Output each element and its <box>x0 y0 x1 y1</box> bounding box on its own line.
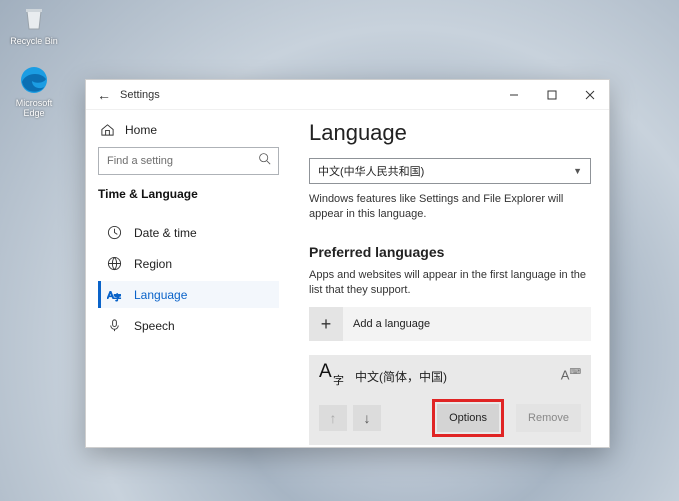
content-pane: Language 中文(中华人民共和国) ▼ Windows features … <box>291 110 609 447</box>
sidebar-item-date-time[interactable]: Date & time <box>98 219 279 246</box>
globe-icon <box>107 256 122 271</box>
options-button[interactable]: Options <box>437 404 499 432</box>
sidebar-item-label: Speech <box>134 319 175 333</box>
sidebar-home[interactable]: Home <box>98 120 279 139</box>
display-language-desc: Windows features like Settings and File … <box>309 192 591 222</box>
sidebar-item-label: Region <box>134 257 172 271</box>
display-language-dropdown[interactable]: 中文(中华人民共和国) ▼ <box>309 158 591 184</box>
sidebar: Home Time & Language Date & time Region <box>86 110 291 447</box>
maximize-button[interactable] <box>533 80 571 110</box>
desktop-edge[interactable]: Microsoft Edge <box>6 64 62 118</box>
recycle-bin-icon <box>18 2 50 34</box>
minimize-button[interactable] <box>495 80 533 110</box>
desktop-icon-label: Microsoft Edge <box>6 98 62 118</box>
move-up-button: ↑ <box>319 405 347 431</box>
options-highlight: Options <box>432 399 504 437</box>
plus-icon: + <box>309 307 343 341</box>
chevron-down-icon: ▼ <box>573 166 582 176</box>
page-title: Language <box>309 120 591 146</box>
titlebar: ← Settings <box>86 80 609 110</box>
add-language-button[interactable]: + Add a language <box>309 307 591 341</box>
desktop-icon-label: Recycle Bin <box>6 36 62 46</box>
language-row[interactable]: A字 中文(简体，中国) A⌨ <box>319 355 581 399</box>
search-input[interactable] <box>98 147 279 175</box>
back-button[interactable]: ← <box>92 87 116 103</box>
preferred-languages-heading: Preferred languages <box>309 244 591 260</box>
sidebar-item-label: Language <box>134 288 187 302</box>
language-row[interactable]: A字 英语(美国) 🗣 🎤 ✎ ▢ ⌨ <box>309 445 591 447</box>
sidebar-item-region[interactable]: Region <box>98 250 279 277</box>
search-input-wrap <box>98 147 279 175</box>
home-icon <box>100 122 115 137</box>
desktop-recycle-bin[interactable]: Recycle Bin <box>6 2 62 46</box>
language-card-selected: A字 中文(简体，中国) A⌨ ↑ ↓ Options Remove <box>309 355 591 445</box>
window-title: Settings <box>120 89 160 101</box>
sidebar-item-speech[interactable]: Speech <box>98 312 279 339</box>
edge-icon <box>18 64 50 96</box>
preferred-languages-desc: Apps and websites will appear in the fir… <box>309 268 591 298</box>
settings-window: ← Settings Home Time & Language <box>85 79 610 448</box>
sidebar-category: Time & Language <box>98 187 279 201</box>
add-language-label: Add a language <box>353 318 430 330</box>
display-language-value: 中文(中华人民共和国) <box>318 163 424 179</box>
sidebar-home-label: Home <box>125 123 157 137</box>
search-icon <box>258 152 271 170</box>
clock-icon <box>107 225 122 240</box>
move-down-button[interactable]: ↓ <box>353 405 381 431</box>
sidebar-item-label: Date & time <box>134 226 197 240</box>
language-name: 中文(简体，中国) <box>355 368 447 385</box>
default-input-icon: A⌨ <box>561 367 581 382</box>
svg-text:字: 字 <box>114 292 122 302</box>
mic-icon <box>107 318 122 333</box>
language-icon: A字 <box>107 287 122 302</box>
close-button[interactable] <box>571 80 609 110</box>
remove-button: Remove <box>516 404 581 432</box>
language-glyph-icon: A字 <box>319 363 345 389</box>
sidebar-item-language[interactable]: A字 Language <box>98 281 279 308</box>
